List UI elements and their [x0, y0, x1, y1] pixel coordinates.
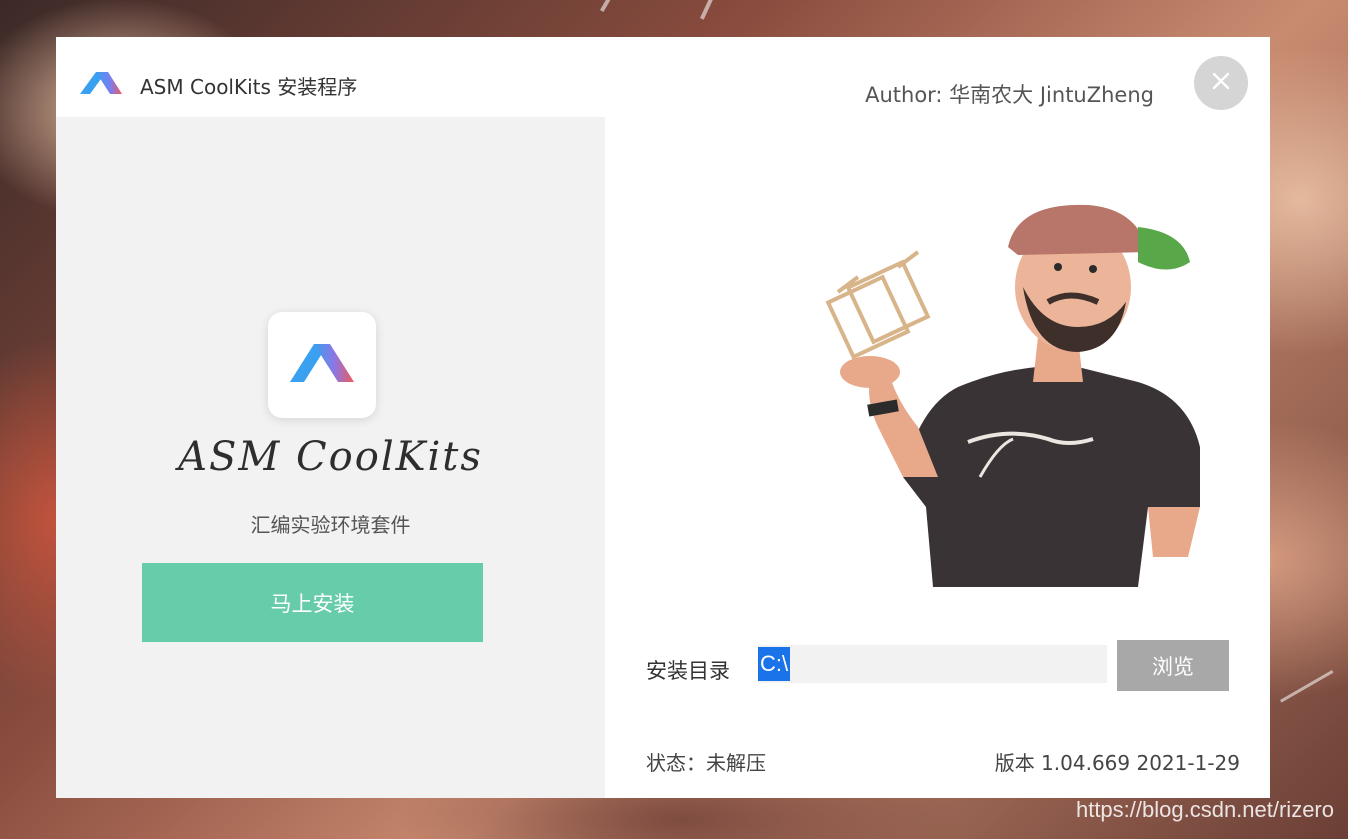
installer-window: ASM CoolKits 安装程序 Author: 华南农大 JintuZhen…	[56, 37, 1270, 798]
install-dir-input[interactable]: C:\	[758, 645, 1107, 683]
close-button[interactable]	[1194, 56, 1248, 110]
app-subtitle: 汇编实验环境套件	[250, 513, 411, 537]
install-now-button[interactable]: 马上安装	[142, 563, 483, 642]
version-text: 版本 1.04.669 2021-1-29	[994, 751, 1240, 775]
author-credit: Author: 华南农大 JintuZheng	[865, 83, 1154, 107]
close-icon	[1212, 72, 1230, 94]
title-bar: ASM CoolKits 安装程序	[76, 65, 357, 105]
man-with-cube-illustration	[808, 177, 1238, 617]
app-logo-icon	[76, 68, 126, 102]
watermark: https://blog.csdn.net/rizero	[1075, 797, 1334, 822]
install-dir-label: 安装目录	[646, 659, 730, 683]
browse-button[interactable]: 浏览	[1117, 640, 1229, 691]
window-title: ASM CoolKits 安装程序	[140, 74, 358, 99]
app-logo-tile	[268, 312, 376, 418]
app-logo-icon	[286, 340, 358, 390]
install-dir-value: C:\	[758, 647, 791, 681]
app-name: ASM CoolKits	[178, 434, 483, 480]
status-text: 状态：未解压	[646, 751, 766, 775]
